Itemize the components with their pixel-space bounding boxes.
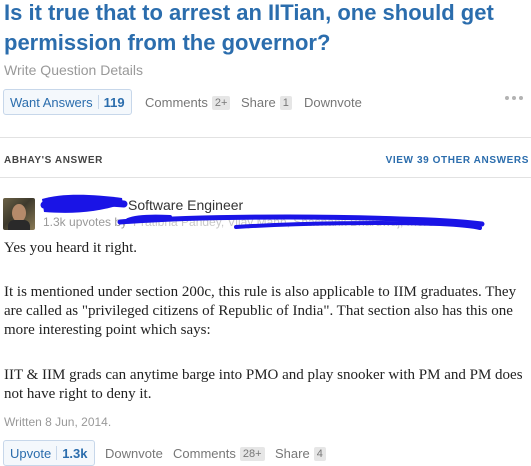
answer-paragraph: Yes you heard it right. [4,240,138,256]
dot [519,96,523,100]
question-downvote-button[interactable]: Downvote [304,95,362,110]
question-title[interactable]: Is it true that to arrest an IITian, one… [4,0,529,58]
dot [512,96,516,100]
comments-count-badge: 28+ [239,446,265,461]
comments-label: Comments [145,95,208,110]
divider [56,446,58,460]
view-other-answers-link[interactable]: VIEW 39 OTHER ANSWERS [386,155,529,166]
want-answers-count: 119 [103,94,125,110]
downvote-label: Downvote [105,446,163,461]
comments-label: Comments [173,446,236,461]
divider [97,95,99,109]
more-options-icon[interactable] [505,96,523,100]
answer-paragraph: IIT & IIM grads can anytime barge into P… [4,367,523,402]
voter-names[interactable]: Pratibha Pandey, Vijay Mann, Shashank Bh… [133,215,434,229]
answer-paragraph: It is mentioned under section 200c, this… [4,284,517,338]
share-count-badge: 1 [279,95,292,110]
answer-timestamp[interactable]: Written 8 Jun, 2014. [4,415,111,429]
upvotes-label[interactable]: 1.3k upvotes by [43,215,127,229]
share-count-badge: 4 [313,446,326,461]
answer-section-label: ABHAY'S ANSWER [4,155,103,166]
write-question-details-link[interactable]: Write Question Details [4,62,143,78]
upvote-label: Upvote [10,445,52,461]
divider [0,177,531,178]
dot [505,96,509,100]
answer-comments-button[interactable]: Comments 28+ [173,446,265,461]
want-answers-label: Want Answers [10,94,93,110]
author-avatar[interactable] [3,198,35,230]
divider [0,137,531,138]
author-credential: Software Engineer [128,197,244,213]
share-label: Share [241,95,276,110]
upvote-button[interactable]: Upvote 1.3k [3,440,95,466]
question-share-button[interactable]: Share 1 [241,95,292,110]
share-label: Share [275,446,310,461]
downvote-label: Downvote [304,95,362,110]
question-comments-button[interactable]: Comments 2+ [145,95,231,110]
comments-count-badge: 2+ [211,95,231,110]
avatar-body [8,220,30,230]
answer-downvote-button[interactable]: Downvote [105,446,163,461]
name-redaction-mark [42,194,123,213]
want-answers-button[interactable]: Want Answers 119 [3,89,132,115]
answer-share-button[interactable]: Share 4 [275,446,326,461]
name-redaction-stroke [40,198,128,209]
upvote-count: 1.3k [62,445,88,461]
